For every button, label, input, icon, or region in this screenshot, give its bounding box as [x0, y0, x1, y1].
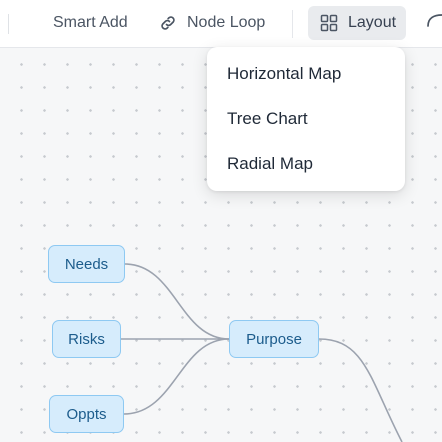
grid-icon	[318, 12, 340, 34]
smart-add-label: Smart Add	[53, 14, 128, 31]
node-label: Purpose	[246, 330, 302, 348]
mindmap-node-purpose[interactable]: Purpose	[229, 320, 319, 358]
node-label: Needs	[64, 255, 109, 273]
smart-add-button[interactable]: Smart Add	[53, 6, 128, 40]
menu-item-horizontal-map[interactable]: Horizontal Map	[227, 64, 341, 84]
node-loop-button[interactable]: Node Loop	[157, 6, 265, 40]
link-icon	[157, 12, 179, 34]
menu-item-radial-map[interactable]: Radial Map	[227, 154, 313, 174]
layout-button[interactable]: Layout	[308, 6, 406, 40]
curve-icon	[424, 10, 442, 37]
layout-label: Layout	[348, 14, 397, 31]
mindmap-node-needs[interactable]: Needs	[48, 245, 125, 283]
mindmap-node-risks[interactable]: Risks	[52, 320, 121, 358]
node-label: Oppts	[66, 405, 107, 423]
curve-tool-button[interactable]	[424, 6, 442, 40]
mindmap-node-oppts[interactable]: Oppts	[49, 395, 124, 433]
node-loop-label: Node Loop	[187, 14, 266, 31]
layout-dropdown-menu: Horizontal Map Tree Chart Radial Map	[207, 47, 405, 191]
toolbar-divider	[292, 10, 293, 38]
menu-item-tree-chart[interactable]: Tree Chart	[227, 109, 308, 129]
toolbar-divider	[8, 14, 9, 34]
toolbar: Smart Add Node Loop Layout	[0, 0, 442, 48]
node-label: Risks	[68, 330, 105, 348]
